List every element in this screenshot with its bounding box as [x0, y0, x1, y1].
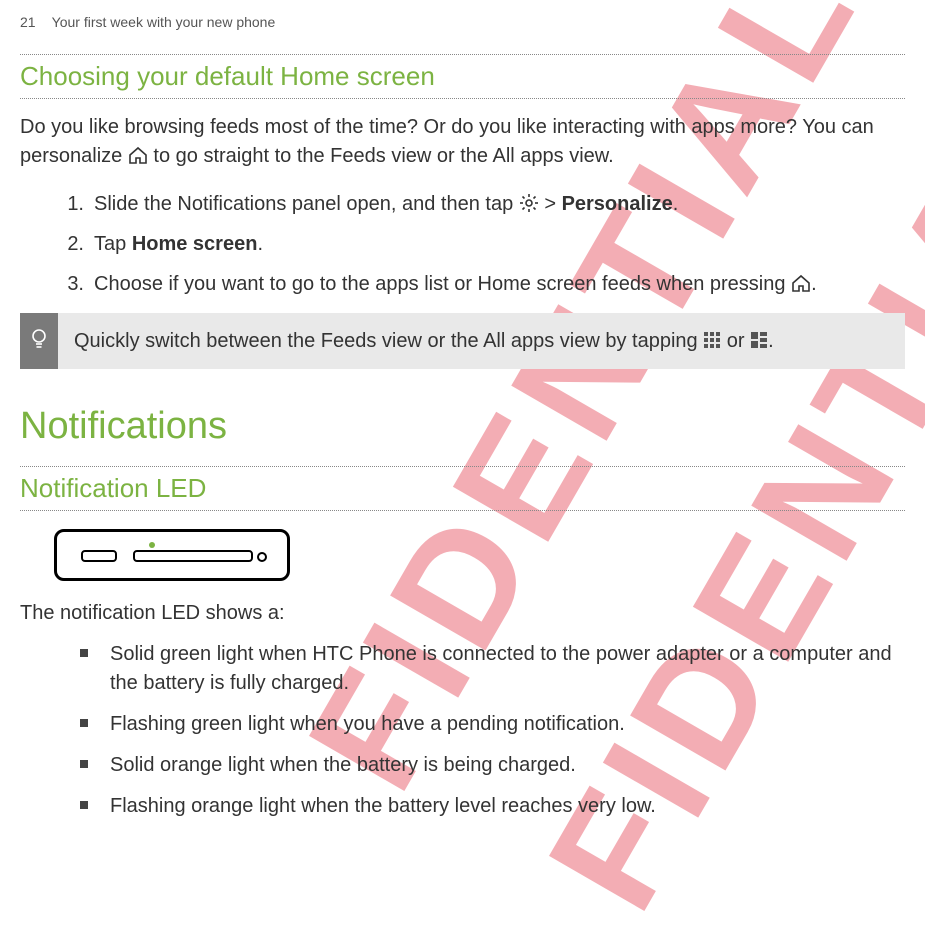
step-number: 2.	[54, 229, 84, 259]
tip-text: Quickly switch between the Feeds view or…	[58, 313, 905, 369]
step-item: 2. Tap Home screen.	[54, 229, 905, 259]
list-item: Flashing orange light when the battery l…	[80, 792, 905, 821]
section-heading: Notifications	[20, 405, 905, 448]
camera-shape	[257, 552, 267, 562]
led-dot	[149, 542, 155, 548]
step-number: 3.	[54, 269, 84, 299]
lightbulb-icon	[29, 327, 49, 356]
speaker-shape	[81, 550, 117, 562]
tip-icon-column	[20, 313, 58, 369]
apps-grid-icon	[703, 329, 721, 347]
led-bullets: Solid green light when HTC Phone is conn…	[80, 640, 905, 821]
subsection-heading: Notification LED	[20, 473, 905, 504]
led-intro: The notification LED shows a:	[20, 599, 905, 628]
divider	[20, 98, 905, 99]
page-number: 21	[20, 14, 48, 30]
step-number: 1.	[54, 189, 84, 219]
list-item: Solid green light when HTC Phone is conn…	[80, 640, 905, 698]
page-title: Your first week with your new phone	[52, 14, 276, 30]
intro-paragraph: Do you like browsing feeds most of the t…	[20, 113, 905, 171]
home-icon	[791, 271, 811, 289]
section-heading: Choosing your default Home screen	[20, 61, 905, 92]
step-item: 3. Choose if you want to go to the apps …	[54, 269, 905, 299]
divider	[20, 466, 905, 467]
page-header: 21 Your first week with your new phone	[20, 10, 905, 48]
step-item: 1. Slide the Notifications panel open, a…	[54, 189, 905, 219]
divider	[20, 510, 905, 511]
feeds-grid-icon	[750, 329, 768, 347]
home-icon	[128, 144, 148, 162]
led-diagram	[54, 529, 290, 581]
gear-icon	[519, 192, 539, 212]
earpiece-shape	[133, 550, 253, 562]
steps-list: 1. Slide the Notifications panel open, a…	[54, 189, 905, 299]
list-item: Flashing green light when you have a pen…	[80, 710, 905, 739]
tip-box: Quickly switch between the Feeds view or…	[20, 313, 905, 369]
list-item: Solid orange light when the battery is b…	[80, 751, 905, 780]
divider	[20, 54, 905, 55]
